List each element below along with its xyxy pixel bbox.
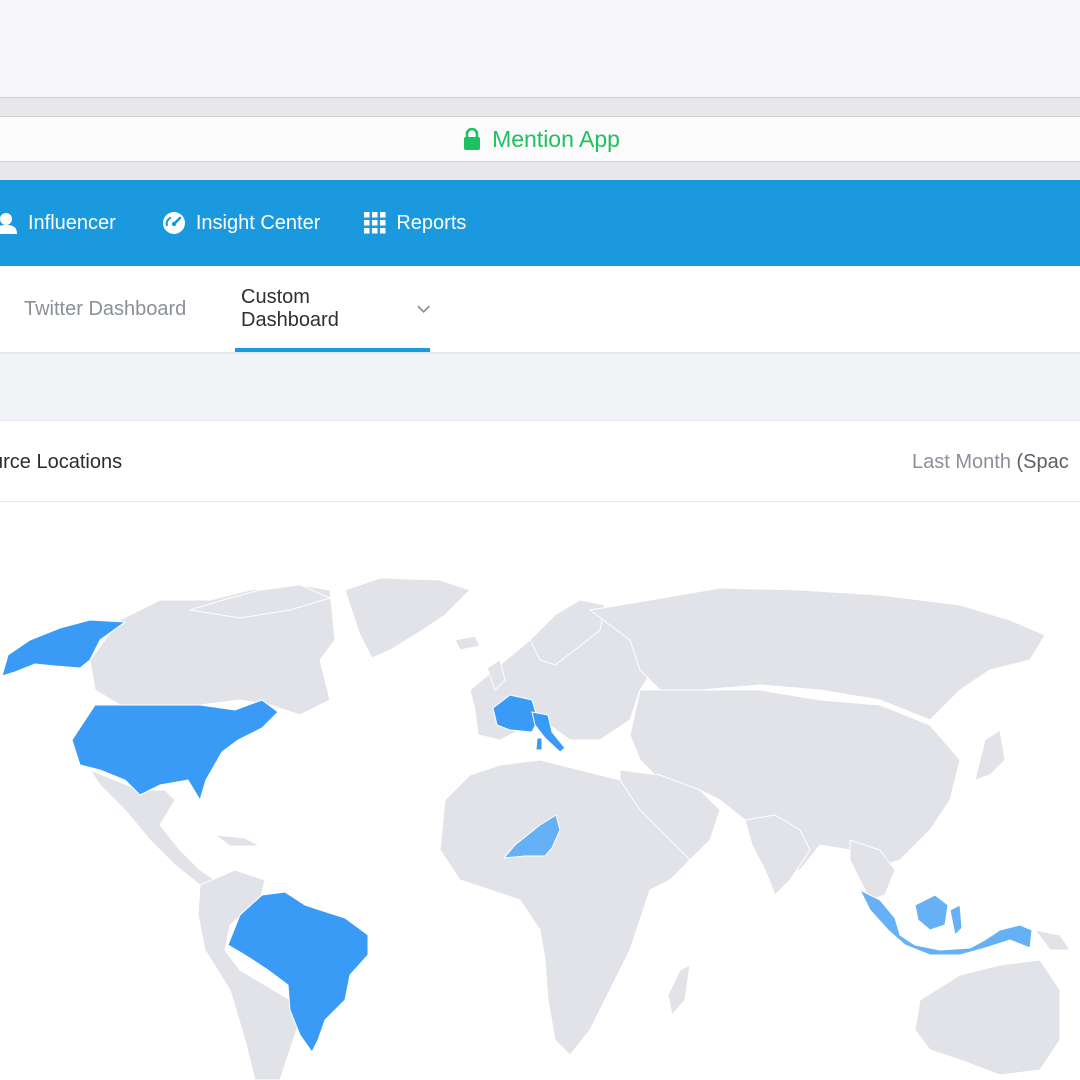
country-sulawesi [949,904,963,937]
dashboard-tabs: Twitter Dashboard Custom Dashboard [0,266,1080,354]
chevron-down-icon[interactable] [417,304,430,314]
country-greenland [344,577,471,659]
nav-label-insight-center: Insight Center [195,211,321,234]
address-bar[interactable]: Mention App [0,116,1080,162]
panel-title: urce Locations [0,451,123,473]
nav-item-insight-center[interactable]: Insight Center [162,180,321,266]
main-navbar: Influencer Insight Center Reports [0,180,1080,266]
toolbar-band [0,354,1080,421]
site-title: Mention App [492,125,620,152]
world-map [1,577,1071,1080]
world-map-panel [0,502,1080,1080]
country-iceland [454,635,481,651]
country-indonesia [858,888,1033,956]
active-tab-indicator [235,348,430,352]
tab-custom-dashboard[interactable]: Custom Dashboard [235,266,430,352]
date-range-label: Last Month [912,451,1011,473]
gauge-icon [162,212,185,234]
country-madagascar [667,964,691,1017]
country-borneo [914,894,949,931]
grid-icon [364,212,386,234]
country-caribbean [213,834,261,847]
tab-twitter-dashboard[interactable]: Twitter Dashboard [24,266,186,352]
date-range-selector[interactable]: Last Month (Spac [912,451,1069,474]
country-australia [914,959,1061,1076]
tab-label-twitter: Twitter Dashboard [24,297,187,320]
country-japan [974,729,1006,781]
country-png [1033,929,1071,951]
browser-top-chrome [0,0,1080,98]
nav-label-reports: Reports [396,211,467,234]
date-range-suffix: (Spac [1016,451,1069,473]
address-bar-area: Mention App [0,98,1080,180]
user-icon [0,213,17,234]
nav-label-influencer: Influencer [28,211,116,234]
lock-icon [464,128,481,150]
nav-item-influencer[interactable]: Influencer [0,180,116,266]
panel-header: urce Locations Last Month (Spac [0,421,1080,502]
nav-item-reports[interactable]: Reports [364,180,466,266]
tab-label-custom: Custom Dashboard [241,286,339,331]
country-sardinia [535,737,543,751]
